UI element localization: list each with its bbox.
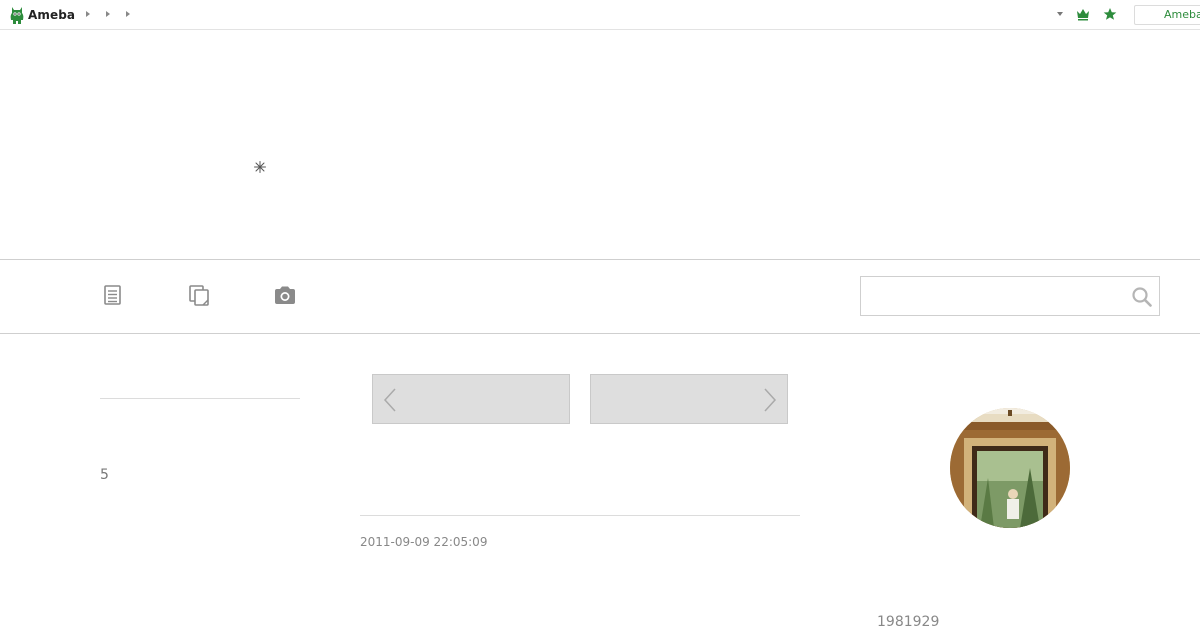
ameba-search-label: Ameba (1164, 8, 1200, 21)
logo-text: Ameba (28, 8, 76, 22)
entry-divider (360, 515, 800, 516)
blog-search-input[interactable] (861, 277, 1121, 315)
entry-date: 2011-09-09 22:05:09 (360, 535, 488, 549)
chevron-left-icon (383, 388, 396, 412)
global-header: Ameba Ameba (0, 0, 1200, 30)
profile-avatar[interactable] (950, 408, 1070, 528)
caret-down-icon[interactable] (1057, 12, 1063, 16)
blog-header (0, 30, 1200, 260)
breadcrumb-chevron-icon[interactable] (86, 11, 90, 17)
ameba-search-box[interactable]: Ameba (1134, 5, 1200, 25)
prev-entry-button[interactable] (372, 374, 570, 424)
next-entry-button[interactable] (590, 374, 788, 424)
sidebar-count: 5 (100, 467, 109, 483)
star-icon[interactable] (1103, 7, 1117, 21)
blog-nav (0, 260, 1200, 334)
crown-icon[interactable] (1076, 7, 1090, 21)
profile-id: 1981929 (877, 614, 940, 630)
ameba-logo[interactable]: Ameba (9, 5, 75, 25)
loading-spinner-icon (254, 161, 266, 173)
blog-search-box (860, 276, 1160, 316)
camera-icon[interactable] (273, 284, 297, 306)
document-list-icon[interactable] (101, 284, 125, 306)
avatar-image (950, 408, 1070, 528)
search-icon[interactable] (1131, 286, 1153, 308)
breadcrumb-chevron-icon[interactable] (106, 11, 110, 17)
chevron-right-icon (764, 388, 777, 412)
ameba-logo-icon (10, 7, 24, 24)
breadcrumb-chevron-icon[interactable] (126, 11, 130, 17)
copy-pages-icon[interactable] (187, 284, 211, 306)
sidebar-divider (100, 398, 300, 399)
